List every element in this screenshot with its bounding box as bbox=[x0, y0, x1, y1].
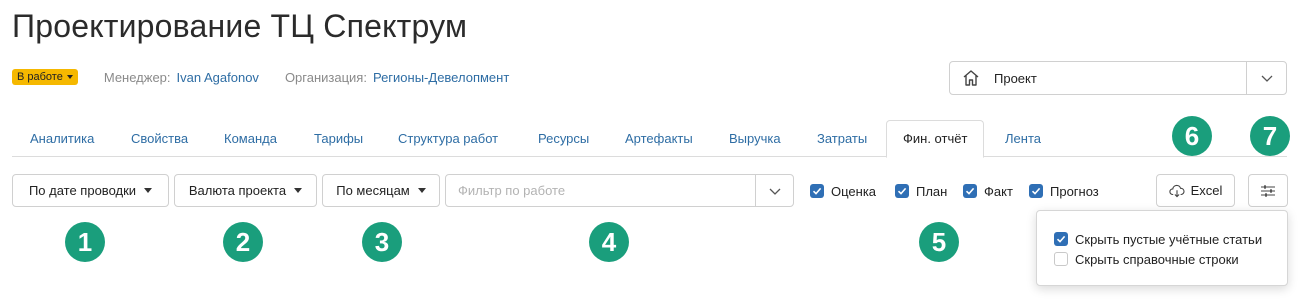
checkbox-checked-icon bbox=[1054, 232, 1068, 246]
chevron-down-icon bbox=[1261, 75, 1272, 82]
option-hide-empty-accounts[interactable]: Скрыть пустые учётные статьи bbox=[1054, 231, 1262, 247]
tab-work-structure[interactable]: Структура работ bbox=[398, 120, 498, 157]
checkbox-forecast[interactable]: Прогноз bbox=[1029, 183, 1099, 199]
period-label: По месяцам bbox=[336, 183, 410, 198]
manager-link[interactable]: Ivan Agafonov bbox=[177, 70, 259, 85]
currency-label: Валюта проекта bbox=[188, 183, 287, 198]
tab-properties[interactable]: Свойства bbox=[131, 120, 188, 157]
caret-down-icon bbox=[417, 188, 426, 193]
tab-fin-report[interactable]: Фин. отчёт bbox=[886, 120, 985, 158]
callout-6: 6 bbox=[1172, 116, 1212, 156]
organization-link[interactable]: Регионы-Девелопмент bbox=[373, 70, 509, 85]
checkbox-forecast-label: Прогноз bbox=[1050, 183, 1099, 199]
date-mode-dropdown[interactable]: По дате проводки bbox=[12, 174, 169, 207]
tab-resources[interactable]: Ресурсы bbox=[538, 120, 589, 157]
work-filter bbox=[445, 174, 794, 207]
tab-revenue[interactable]: Выручка bbox=[729, 120, 781, 157]
checkbox-unchecked-icon bbox=[1054, 252, 1068, 266]
status-badge[interactable]: В работе bbox=[12, 69, 78, 85]
callout-7: 7 bbox=[1250, 116, 1290, 156]
caret-down-icon bbox=[144, 188, 153, 193]
option-hide-empty-accounts-label: Скрыть пустые учётные статьи bbox=[1075, 231, 1263, 247]
checkbox-checked-icon bbox=[895, 184, 909, 198]
currency-dropdown[interactable]: Валюта проекта bbox=[174, 174, 317, 207]
tab-tariffs[interactable]: Тарифы bbox=[314, 120, 363, 157]
view-settings-button[interactable] bbox=[1248, 174, 1288, 207]
date-mode-label: По дате проводки bbox=[28, 183, 137, 198]
report-toolbar: По дате проводки Валюта проекта По месяц… bbox=[0, 174, 1305, 208]
option-hide-reference-rows[interactable]: Скрыть справочные строки bbox=[1054, 251, 1239, 267]
checkbox-estimate[interactable]: Оценка bbox=[810, 183, 876, 199]
caret-down-icon bbox=[66, 75, 73, 79]
tab-analytics[interactable]: Аналитика bbox=[30, 120, 94, 157]
checkbox-checked-icon bbox=[1029, 184, 1043, 198]
callout-5: 5 bbox=[919, 222, 959, 262]
caret-down-icon bbox=[294, 188, 303, 193]
chevron-down-icon bbox=[769, 188, 780, 195]
tab-bar: Аналитика Свойства Команда Тарифы Структ… bbox=[12, 120, 1287, 158]
sliders-icon bbox=[1261, 184, 1275, 197]
checkbox-estimate-label: Оценка bbox=[831, 183, 877, 199]
tab-costs[interactable]: Затраты bbox=[817, 120, 867, 157]
checkbox-fact-label: Факт bbox=[984, 183, 1013, 199]
excel-export-label: Excel bbox=[1190, 183, 1223, 198]
page-title: Проектирование ТЦ Спектрум bbox=[12, 8, 468, 44]
project-meta: В работе Менеджер: Ivan Agafonov Организ… bbox=[12, 68, 509, 86]
callout-1: 1 bbox=[65, 222, 105, 262]
checkbox-plan[interactable]: План bbox=[895, 183, 947, 199]
home-icon bbox=[963, 70, 979, 86]
work-filter-input[interactable] bbox=[446, 175, 755, 206]
tab-artifacts[interactable]: Артефакты bbox=[625, 120, 693, 157]
callout-3: 3 bbox=[362, 222, 402, 262]
tab-feed[interactable]: Лента bbox=[1005, 120, 1041, 157]
project-select-toggle[interactable] bbox=[1246, 62, 1286, 94]
callout-4: 4 bbox=[589, 222, 629, 262]
checkbox-checked-icon bbox=[810, 184, 824, 198]
checkbox-plan-label: План bbox=[916, 183, 948, 199]
option-hide-reference-rows-label: Скрыть справочные строки bbox=[1075, 251, 1239, 267]
project-select-label: Проект bbox=[994, 70, 1037, 86]
project-select[interactable]: Проект bbox=[949, 61, 1287, 95]
excel-export-button[interactable]: Excel bbox=[1156, 174, 1235, 207]
callout-2: 2 bbox=[223, 222, 263, 262]
checkbox-checked-icon bbox=[963, 184, 977, 198]
organization-label: Организация: bbox=[284, 69, 367, 85]
status-label: В работе bbox=[17, 71, 63, 83]
view-settings-popover: Скрыть пустые учётные статьи Скрыть спра… bbox=[1036, 210, 1288, 286]
work-filter-toggle[interactable] bbox=[755, 175, 793, 206]
manager-label: Менеджер: bbox=[103, 69, 171, 85]
period-dropdown[interactable]: По месяцам bbox=[322, 174, 440, 207]
checkbox-fact[interactable]: Факт bbox=[963, 183, 1013, 199]
cloud-download-icon bbox=[1168, 184, 1185, 197]
tab-team[interactable]: Команда bbox=[224, 120, 277, 157]
